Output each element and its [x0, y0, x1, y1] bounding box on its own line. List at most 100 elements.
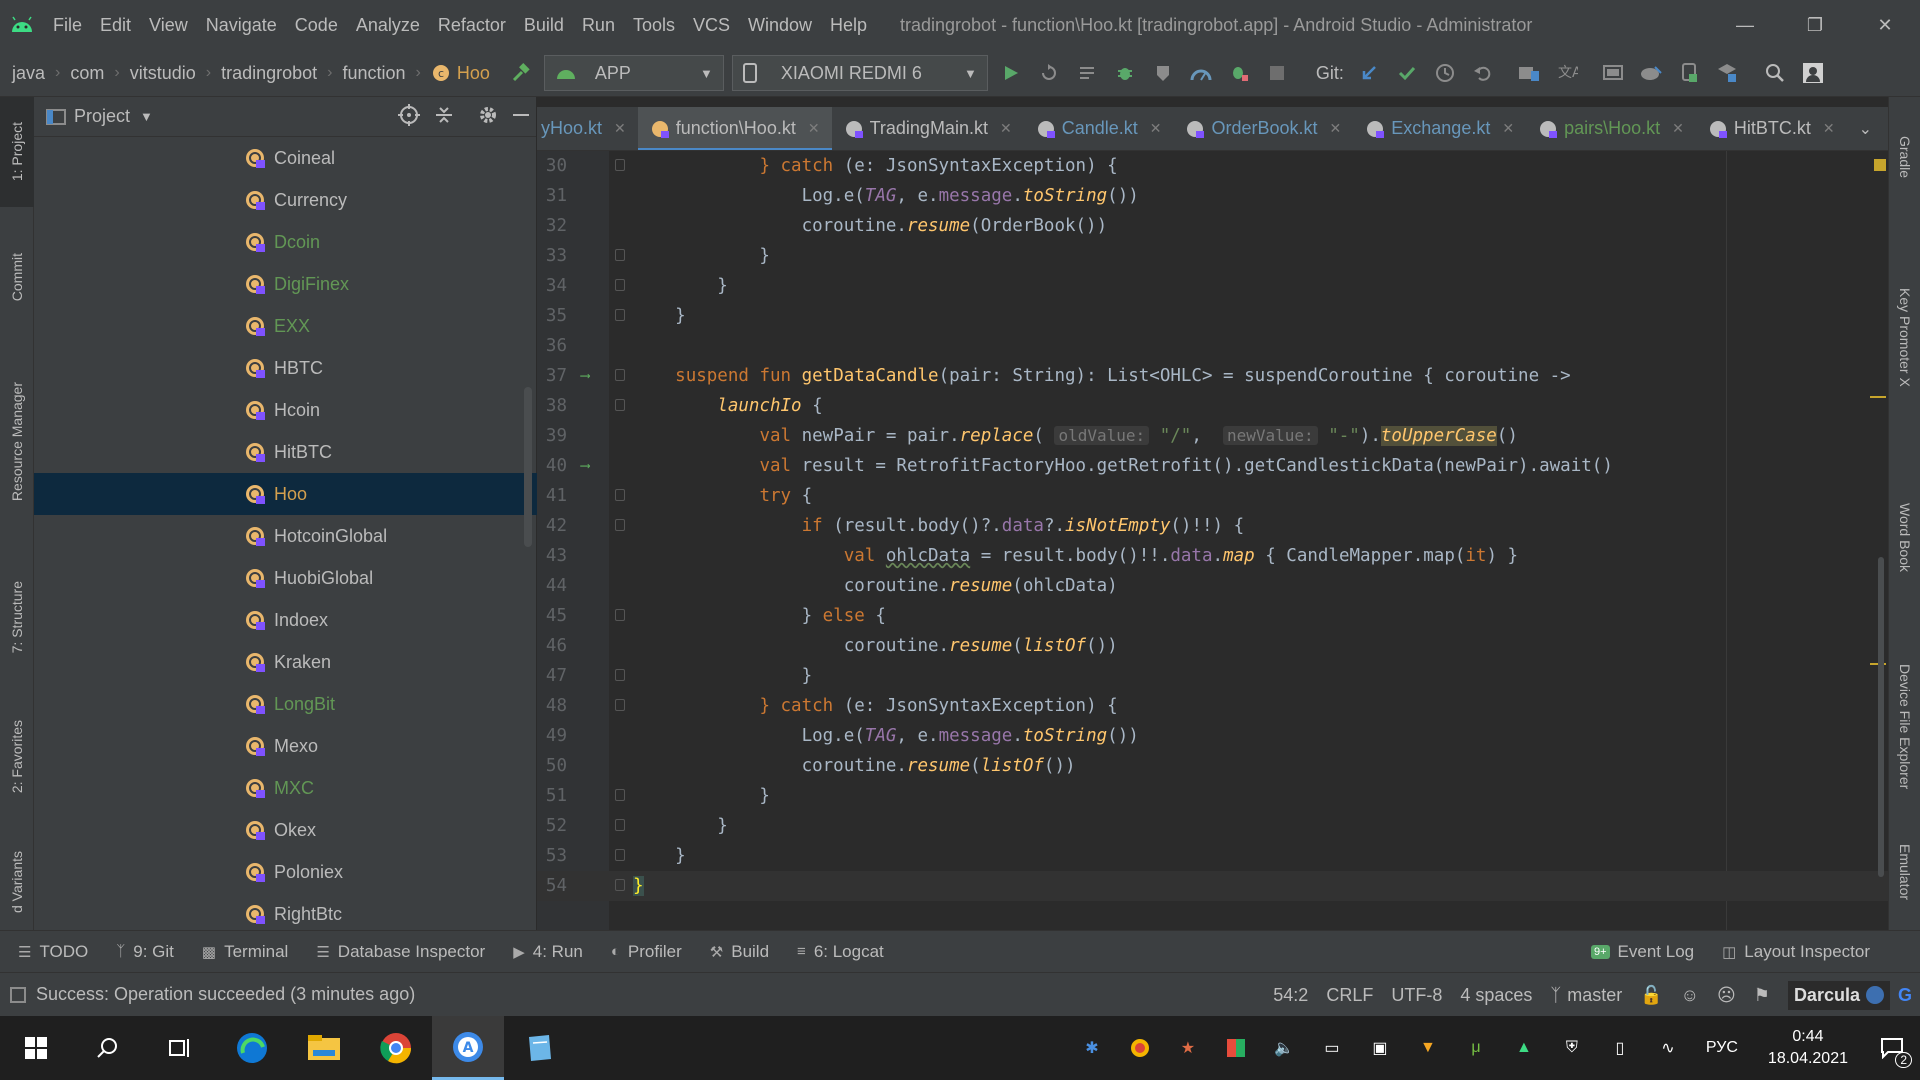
close-icon[interactable]: ✕ — [1850, 0, 1920, 50]
git-branch[interactable]: ᛉ master — [1550, 985, 1622, 1006]
clock[interactable]: 0:44 18.04.2021 — [1768, 1026, 1848, 1070]
tree-item-longbit[interactable]: LongBit — [34, 683, 537, 725]
file-encoding[interactable]: UTF-8 — [1391, 985, 1442, 1006]
tree-item-mxc[interactable]: MXC — [34, 767, 537, 809]
chrome-icon[interactable] — [360, 1016, 432, 1080]
happy-face-icon[interactable]: ☺ — [1681, 985, 1699, 1006]
menu-navigate[interactable]: Navigate — [197, 0, 286, 50]
fold-icon[interactable] — [615, 249, 625, 261]
tab-editor-file[interactable]: Candle.kt ✕ — [1024, 107, 1174, 150]
tab-editor-file[interactable]: OrderBook.kt ✕ — [1173, 107, 1353, 150]
tree-item-mexo[interactable]: Mexo — [34, 725, 537, 767]
tree-item-exx[interactable]: EXX — [34, 305, 537, 347]
tree-item-rightbtc[interactable]: RightBtc — [34, 893, 537, 935]
hammer-icon[interactable] — [504, 56, 538, 90]
tab-favorites[interactable]: 2: Favorites — [0, 697, 34, 817]
breadcrumb-hoo[interactable]: c Hoo — [431, 63, 490, 84]
tab-structure[interactable]: 7: Structure — [0, 557, 34, 677]
code-line[interactable]: 45 } else { — [537, 601, 1888, 631]
menu-window[interactable]: Window — [739, 0, 821, 50]
tab-word-book[interactable]: Word Book — [1889, 477, 1920, 597]
tree-item-poloniex[interactable]: Poloniex — [34, 851, 537, 893]
fold-icon[interactable] — [615, 279, 625, 291]
chevron-down-icon[interactable]: ▼ — [140, 109, 153, 124]
language-indicator[interactable]: РУС — [1692, 1016, 1752, 1080]
code-line[interactable]: 51 } — [537, 781, 1888, 811]
code-line[interactable]: 40 ⟶ val result = RetrofitFactoryHoo.getR… — [537, 451, 1888, 481]
collapse-all-icon[interactable] — [434, 105, 454, 130]
shield-icon[interactable]: ⛨ — [1548, 1016, 1596, 1080]
inspector-icon[interactable]: ⚑ — [1754, 985, 1770, 1006]
project-structure-icon[interactable] — [1512, 56, 1546, 90]
code-line[interactable]: 44 coroutine.resume(ohlcData) — [537, 571, 1888, 601]
sdk-manager-icon[interactable] — [1710, 56, 1744, 90]
search-icon[interactable] — [72, 1016, 144, 1080]
tab-editor-file[interactable]: yHoo.kt ✕ — [537, 107, 638, 150]
google-icon[interactable]: G — [1898, 985, 1912, 1006]
tool-window-git[interactable]: ᛉ 9: Git — [116, 942, 174, 962]
volume-icon[interactable]: 🔈 — [1260, 1016, 1308, 1080]
tab-editor-file[interactable]: function\Hoo.kt ✕ — [637, 107, 832, 150]
close-icon[interactable]: ✕ — [614, 120, 626, 137]
chrome-tray-icon[interactable] — [1116, 1016, 1164, 1080]
tree-item-hbtc[interactable]: HBTC — [34, 347, 537, 389]
fold-icon[interactable] — [615, 819, 625, 831]
breadcrumb-function[interactable]: function — [342, 63, 405, 84]
breadcrumb-com[interactable]: com — [70, 63, 104, 84]
android-studio-taskbar-icon[interactable]: A — [432, 1016, 504, 1080]
tab-project[interactable]: 1: Project — [0, 97, 34, 207]
code-line[interactable]: 39 val newPair = pair.replace( oldValue:… — [537, 421, 1888, 451]
notifications-icon[interactable]: 2 — [1864, 1016, 1920, 1080]
layout-inspector-button[interactable]: ◫ Layout Inspector — [1722, 942, 1870, 962]
close-icon[interactable]: ✕ — [1502, 120, 1514, 137]
line-separator[interactable]: CRLF — [1326, 985, 1373, 1006]
fold-icon[interactable] — [615, 849, 625, 861]
device-manager-icon[interactable] — [1672, 56, 1706, 90]
sync-gradle-icon[interactable] — [1634, 56, 1668, 90]
code-line[interactable]: 32 coroutine.resume(OrderBook()) — [537, 211, 1888, 241]
scrollbar[interactable] — [524, 387, 532, 547]
code-line[interactable]: 36 — [537, 331, 1888, 361]
locate-icon[interactable] — [398, 103, 420, 131]
menu-view[interactable]: View — [140, 0, 197, 50]
restore-icon[interactable]: ❐ — [1780, 0, 1850, 50]
suspend-call-icon[interactable]: ⟶ — [581, 361, 589, 391]
code-line[interactable]: 54} — [537, 871, 1888, 901]
tab-key-promoter[interactable]: Key Promoter X — [1889, 217, 1920, 457]
translate-icon[interactable]: 文A — [1550, 56, 1584, 90]
code-line[interactable]: 38 launchIo { — [537, 391, 1888, 421]
file-explorer-icon[interactable] — [288, 1016, 360, 1080]
colorful-app-icon[interactable] — [1212, 1016, 1260, 1080]
suspend-call-icon[interactable]: ⟶ — [581, 451, 589, 481]
code-line[interactable]: 53 } — [537, 841, 1888, 871]
tree-item-hcoin[interactable]: Hcoin — [34, 389, 537, 431]
edge-icon[interactable] — [216, 1016, 288, 1080]
git-commit-icon[interactable] — [1390, 56, 1424, 90]
app-tray-icon[interactable]: ★ — [1164, 1016, 1212, 1080]
tab-build-variants[interactable]: d Variants — [0, 837, 34, 927]
menu-edit[interactable]: Edit — [91, 0, 140, 50]
apply-changes-icon[interactable] — [1032, 56, 1066, 90]
hide-icon[interactable] — [512, 105, 530, 130]
history-icon[interactable] — [1428, 56, 1462, 90]
apply-code-changes-icon[interactable] — [1070, 56, 1104, 90]
git-update-icon[interactable] — [1352, 56, 1386, 90]
tree-item-digifinex[interactable]: DigiFinex — [34, 263, 537, 305]
code-line[interactable]: 52 } — [537, 811, 1888, 841]
error-stripe[interactable] — [1870, 151, 1888, 930]
fold-icon[interactable] — [615, 489, 625, 501]
tree-item-currency[interactable]: Currency — [34, 179, 537, 221]
code-line[interactable]: 33 } — [537, 241, 1888, 271]
menu-refactor[interactable]: Refactor — [429, 0, 515, 50]
menu-code[interactable]: Code — [286, 0, 347, 50]
close-icon[interactable]: ✕ — [808, 120, 820, 137]
menu-tools[interactable]: Tools — [624, 0, 684, 50]
tree-item-kraken[interactable]: Kraken — [34, 641, 537, 683]
rollback-icon[interactable] — [1466, 56, 1500, 90]
utorrent-icon[interactable]: μ — [1452, 1016, 1500, 1080]
fold-icon[interactable] — [615, 399, 625, 411]
code-line[interactable]: 48 } catch (e: JsonSyntaxException) { — [537, 691, 1888, 721]
close-icon[interactable]: ✕ — [1330, 120, 1342, 137]
fold-icon[interactable] — [615, 369, 625, 381]
tool-window-database-inspector[interactable]: ☰ Database Inspector — [316, 942, 485, 962]
